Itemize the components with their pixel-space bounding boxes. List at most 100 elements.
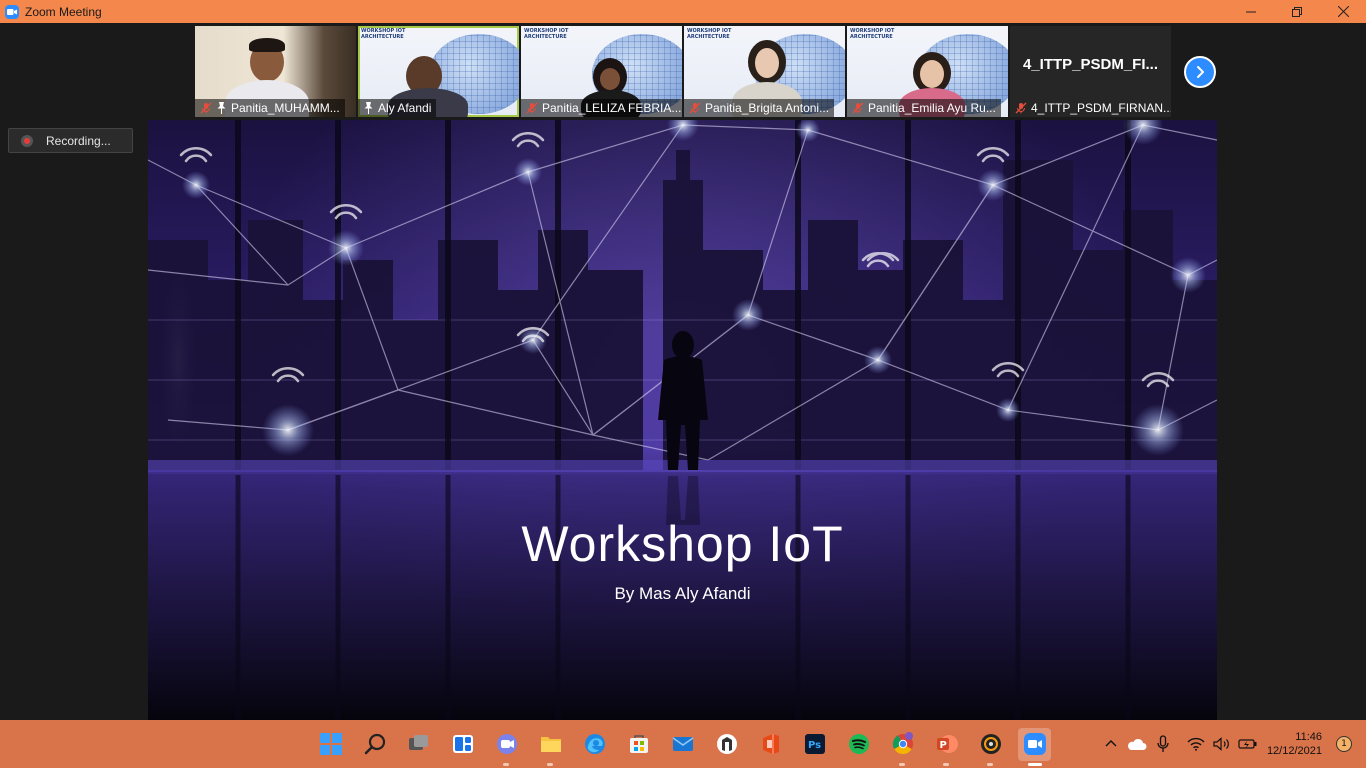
mail-button[interactable] bbox=[666, 728, 699, 761]
pin-icon bbox=[364, 102, 373, 114]
powerpoint-button[interactable]: P bbox=[930, 728, 963, 766]
close-icon bbox=[1337, 6, 1349, 17]
participant-caption: Panitia_Emilia Ayu Ru... bbox=[847, 99, 1001, 117]
clock-time: 11:46 bbox=[1295, 731, 1322, 743]
onedrive-button[interactable] bbox=[1125, 732, 1149, 756]
participant-name: Aly Afandi bbox=[378, 101, 432, 115]
recording-indicator[interactable]: Recording... bbox=[8, 128, 133, 153]
search-button[interactable] bbox=[358, 728, 391, 761]
edge-icon bbox=[584, 734, 605, 754]
chrome-icon bbox=[892, 732, 913, 755]
participant-caption: Panitia_Brigita Antoni... bbox=[684, 99, 835, 117]
clock-date: 12/12/2021 bbox=[1266, 745, 1322, 757]
taskbar: Ps P 11:46 12/12/2021 1 bbox=[0, 720, 1366, 768]
chat-icon bbox=[496, 734, 517, 754]
spotify-icon bbox=[848, 734, 869, 754]
record-dot-icon bbox=[21, 134, 33, 147]
muted-mic-icon bbox=[200, 102, 212, 114]
participant-caption: Panitia_MUHAMM... bbox=[195, 99, 345, 117]
participant-name: Panitia_MUHAMM... bbox=[231, 101, 340, 115]
svg-text:P: P bbox=[939, 740, 946, 751]
mail-icon bbox=[672, 737, 693, 751]
muted-mic-icon bbox=[1015, 102, 1027, 114]
chevron-right-icon bbox=[1197, 66, 1204, 78]
spotify-button[interactable] bbox=[842, 728, 875, 761]
participant-tile-active-speaker[interactable]: WORKSHOP IOT ARCHITECTURE Aly Afandi bbox=[358, 26, 519, 117]
volume-button[interactable] bbox=[1210, 732, 1234, 756]
widgets-button[interactable] bbox=[446, 728, 479, 761]
muted-mic-icon bbox=[852, 102, 864, 114]
participant-tile[interactable]: WORKSHOP IOT ARCHITECTURE Panitia_LELIZA… bbox=[521, 26, 682, 117]
clock[interactable]: 11:46 12/12/2021 bbox=[1267, 730, 1322, 758]
zoom-taskbar-button[interactable] bbox=[1018, 727, 1051, 766]
battery-charging-icon bbox=[1238, 739, 1257, 749]
slide-header: WORKSHOP IOT ARCHITECTURE bbox=[361, 28, 406, 40]
participant-name: Panitia_Emilia Ayu Ru... bbox=[868, 101, 996, 115]
zoom-icon bbox=[1023, 733, 1046, 755]
battery-button[interactable] bbox=[1236, 732, 1260, 756]
teams-chat-button[interactable] bbox=[490, 728, 523, 766]
speaker-icon bbox=[1213, 737, 1229, 751]
chevron-up-icon bbox=[1105, 740, 1117, 747]
slide-header: WORKSHOP IOT ARCHITECTURE bbox=[524, 28, 569, 40]
participant-caption: Aly Afandi bbox=[358, 99, 437, 117]
participant-tile[interactable]: WORKSHOP IOT ARCHITECTURE Panitia_Emilia… bbox=[847, 26, 1008, 117]
slide-header: WORKSHOP IOT ARCHITECTURE bbox=[850, 28, 895, 40]
slide-title: Workshop IoT bbox=[521, 516, 844, 572]
media-player-button[interactable] bbox=[974, 728, 1007, 766]
wifi-icon bbox=[1187, 737, 1205, 751]
notification-badge[interactable]: 1 bbox=[1336, 736, 1352, 752]
participant-tile-no-video[interactable]: 4_ITTP_PSDM_FI... 4_ITTP_PSDM_FIRNAN... bbox=[1010, 26, 1171, 117]
maximize-button[interactable] bbox=[1274, 0, 1320, 23]
next-participants-button[interactable] bbox=[1184, 56, 1216, 88]
office-button[interactable] bbox=[754, 728, 787, 761]
participant-name: 4_ITTP_PSDM_FIRNAN... bbox=[1031, 101, 1171, 115]
window-controls bbox=[1228, 0, 1366, 23]
cloud-icon bbox=[1127, 738, 1147, 750]
participant-caption: Panitia_LELIZA FEBRIA... bbox=[521, 99, 682, 117]
store-button[interactable] bbox=[622, 728, 655, 761]
microphone-icon bbox=[1157, 735, 1169, 752]
close-button[interactable] bbox=[1320, 0, 1366, 23]
participant-name: Panitia_LELIZA FEBRIA... bbox=[542, 101, 682, 115]
muted-mic-icon bbox=[526, 102, 538, 114]
photoshop-button[interactable]: Ps bbox=[798, 728, 831, 761]
file-explorer-button[interactable] bbox=[534, 728, 567, 766]
start-button[interactable] bbox=[314, 728, 347, 761]
wifi-button[interactable] bbox=[1184, 732, 1208, 756]
participant-caption: 4_ITTP_PSDM_FIRNAN... bbox=[1010, 99, 1171, 117]
microphone-button[interactable] bbox=[1151, 732, 1175, 756]
folder-icon bbox=[540, 737, 561, 752]
office-hub-button[interactable] bbox=[710, 728, 743, 761]
participant-display-name: 4_ITTP_PSDM_FI... bbox=[1022, 56, 1159, 73]
recording-label: Recording... bbox=[46, 133, 111, 148]
show-hidden-icons-button[interactable] bbox=[1099, 732, 1123, 756]
windows-icon bbox=[319, 733, 342, 755]
chrome-button[interactable] bbox=[886, 728, 919, 766]
meeting-area: Panitia_MUHAMM... WORKSHOP IOT ARCHITECT… bbox=[0, 23, 1366, 720]
store-icon bbox=[629, 735, 648, 753]
edge-button[interactable] bbox=[578, 728, 611, 761]
slide-header: WORKSHOP IOT ARCHITECTURE bbox=[687, 28, 732, 40]
system-tray: 11:46 12/12/2021 1 bbox=[1098, 720, 1366, 768]
disc-icon bbox=[980, 734, 1001, 754]
search-icon bbox=[364, 733, 385, 755]
zoom-app-icon bbox=[5, 4, 19, 19]
city-network-background bbox=[148, 120, 1217, 720]
office-icon bbox=[716, 734, 737, 754]
restore-icon bbox=[1292, 6, 1302, 17]
taskbar-apps: Ps P bbox=[314, 720, 1051, 768]
widgets-icon bbox=[452, 735, 473, 753]
shared-screen: Workshop IoT By Mas Aly Afandi bbox=[148, 120, 1217, 720]
photoshop-icon: Ps bbox=[804, 734, 825, 754]
task-view-button[interactable] bbox=[402, 728, 435, 761]
participant-name: Panitia_Brigita Antoni... bbox=[705, 101, 830, 115]
microsoft-office-icon bbox=[762, 734, 779, 754]
participant-tile[interactable]: Panitia_MUHAMM... bbox=[195, 26, 356, 117]
task-view-icon bbox=[408, 735, 428, 750]
minimize-button[interactable] bbox=[1228, 0, 1274, 23]
minimize-icon bbox=[1246, 11, 1256, 12]
participant-tile[interactable]: WORKSHOP IOT ARCHITECTURE Panitia_Brigit… bbox=[684, 26, 845, 117]
powerpoint-icon: P bbox=[936, 735, 958, 753]
pin-icon bbox=[217, 102, 226, 114]
